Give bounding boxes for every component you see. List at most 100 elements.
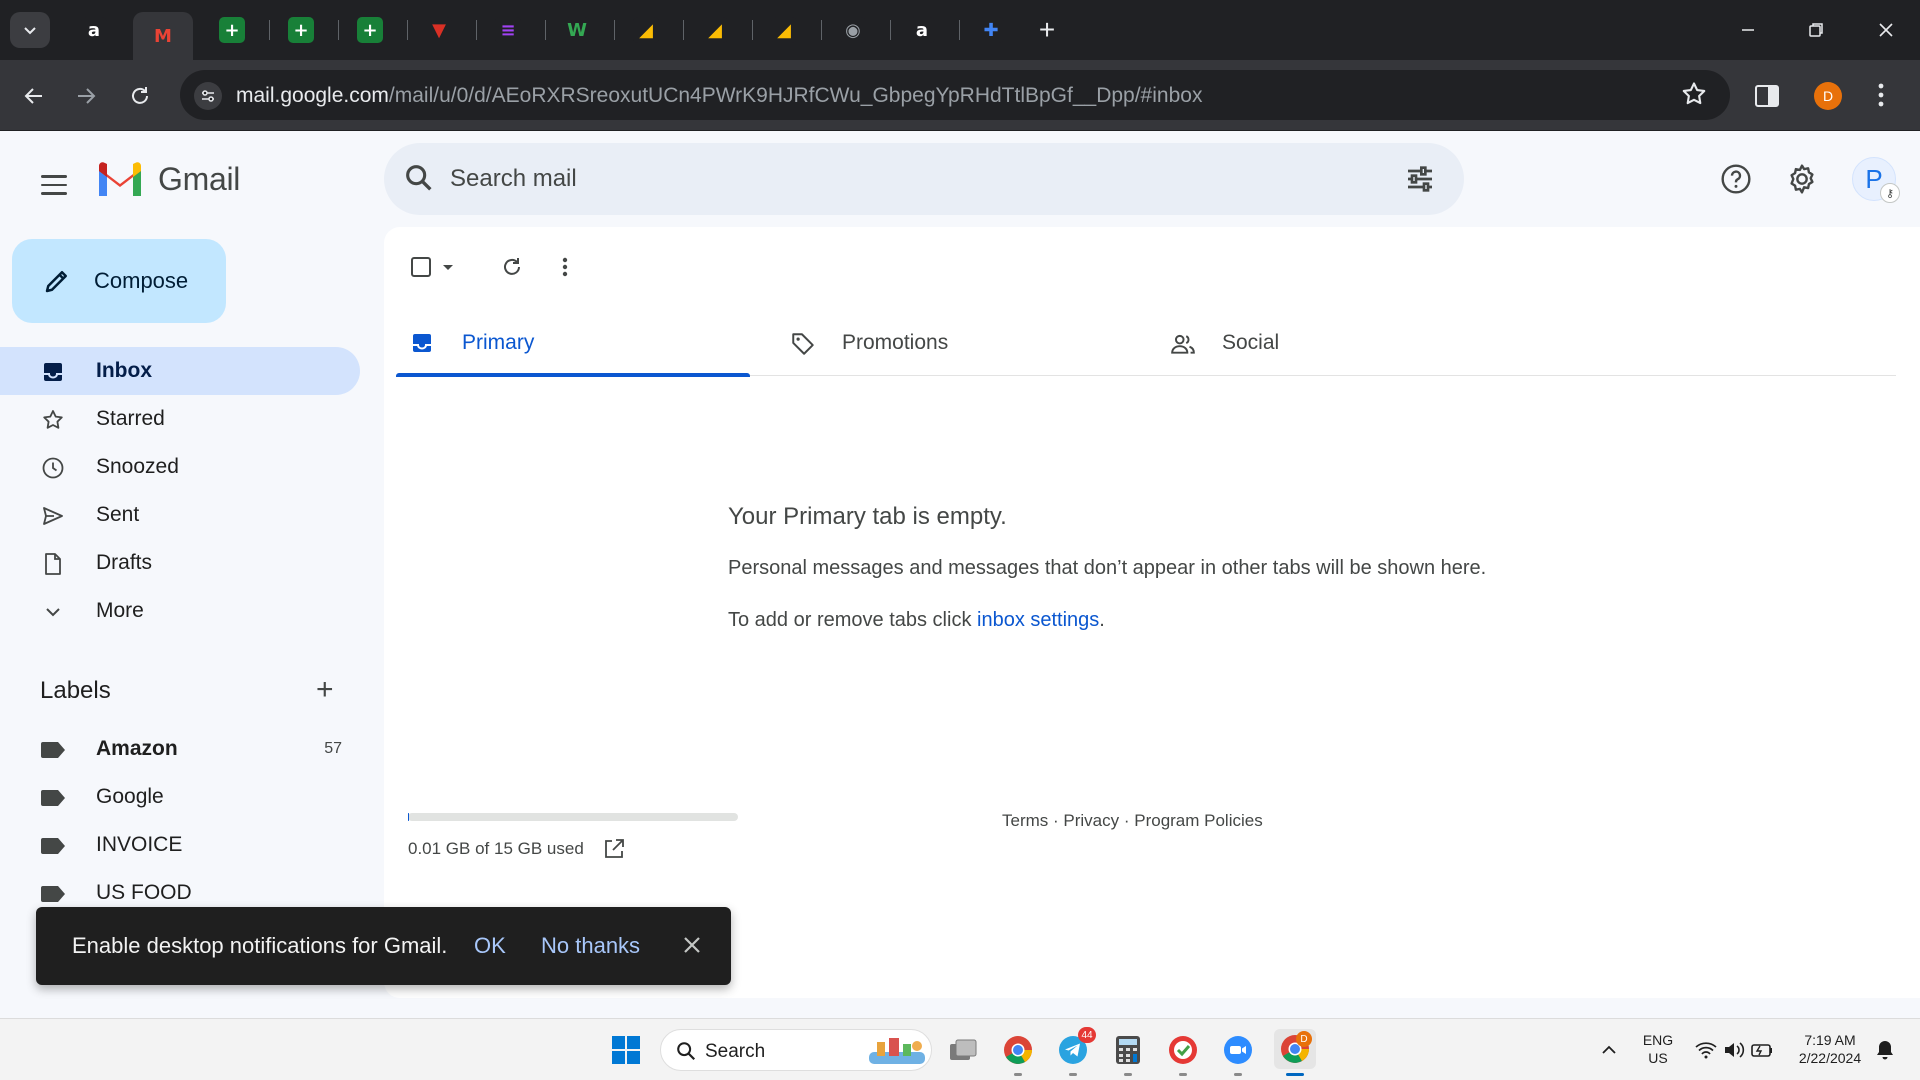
label-icon [40, 785, 66, 811]
start-button[interactable] [609, 1033, 643, 1067]
search-input[interactable]: Search mail [450, 165, 577, 193]
caret-down-icon[interactable] [440, 259, 456, 275]
taskbar-calculator[interactable] [1111, 1033, 1145, 1067]
amazon-favicon-icon: a [81, 17, 107, 43]
browser-tab-red-logo[interactable]: ▼ [409, 12, 469, 48]
manage-storage-button[interactable] [602, 837, 626, 866]
gmail-logo-icon[interactable] [96, 159, 144, 199]
arrow-left-icon [24, 88, 42, 104]
quick-settings-button[interactable] [1690, 1033, 1778, 1067]
browser-profile-avatar[interactable]: D [1814, 82, 1842, 110]
label-count: 57 [324, 740, 342, 757]
blue-plus-favicon-icon: ✚ [978, 17, 1004, 43]
browser-tab-slides-1[interactable]: ◢ [616, 12, 676, 48]
minimize-button[interactable] [1720, 10, 1776, 50]
label-google[interactable]: Google [0, 773, 360, 821]
inbox-tab-icon [410, 331, 434, 360]
chevron-down-icon [24, 27, 36, 35]
purple-logo-favicon-icon: ≡ [495, 17, 521, 43]
search-icon[interactable] [402, 161, 436, 195]
browser-tab-sheets-2[interactable]: + [271, 12, 331, 48]
main-menu-button[interactable] [34, 165, 74, 205]
language-indicator[interactable]: ENG US [1640, 1031, 1676, 1067]
nav-sent[interactable]: Sent [0, 491, 360, 539]
search-bar[interactable]: Search mail [384, 143, 1464, 215]
more-actions-button[interactable] [562, 247, 568, 287]
toast-ok-button[interactable]: OK [474, 933, 506, 959]
new-tab-button[interactable]: + [1032, 12, 1062, 48]
close-window-button[interactable] [1858, 10, 1914, 50]
hint-prefix: To add or remove tabs click [728, 609, 977, 631]
tab-social[interactable]: Social [1156, 309, 1510, 376]
nav-more[interactable]: More [0, 587, 360, 635]
tab-separator [683, 20, 684, 40]
label-name: Google [96, 785, 164, 808]
key-icon: ⚷ [1880, 183, 1900, 203]
create-label-button[interactable]: + [316, 675, 334, 705]
reload-button[interactable] [120, 76, 160, 116]
site-info-icon[interactable] [194, 82, 222, 110]
compose-label: Compose [94, 268, 189, 293]
tab-separator [338, 20, 339, 40]
forward-button[interactable] [66, 76, 106, 116]
taskbar-chrome-1[interactable] [1001, 1033, 1035, 1067]
toast-no-thanks-button[interactable]: No thanks [541, 933, 640, 959]
back-button[interactable] [14, 76, 54, 116]
browser-tab-gmail[interactable]: M [133, 12, 193, 60]
browser-tab-sheets-1[interactable]: + [202, 12, 262, 48]
browser-tab-sheets-3[interactable]: + [340, 12, 400, 48]
restore-button[interactable] [1788, 10, 1844, 50]
clock[interactable]: 7:19 AM 2/22/2024 [1790, 1031, 1870, 1067]
privacy-link[interactable]: Privacy [1063, 811, 1119, 830]
nav-label: Inbox [96, 359, 152, 382]
address-bar[interactable]: mail.google.com/mail/u/0/d/AEoRXRSreoxut… [180, 70, 1730, 120]
browser-tab-amazon-2[interactable]: a [892, 12, 952, 48]
tab-primary[interactable]: Primary [396, 309, 750, 377]
nav-starred[interactable]: Starred [0, 395, 360, 443]
browser-tab-w-app[interactable]: W [547, 12, 607, 48]
support-button[interactable] [1714, 157, 1758, 201]
terms-link[interactable]: Terms [1002, 811, 1048, 830]
task-view-button[interactable] [946, 1033, 980, 1067]
bookmark-button[interactable] [1680, 80, 1708, 113]
side-panel-icon[interactable] [1754, 84, 1780, 108]
taskbar-zoom[interactable] [1221, 1033, 1255, 1067]
program-policies-link[interactable]: Program Policies [1134, 811, 1263, 830]
gear-icon [1790, 164, 1814, 194]
taskbar-search[interactable]: Search [660, 1029, 932, 1071]
browser-menu-button[interactable] [1878, 78, 1884, 117]
telegram-unread-badge: 44 [1078, 1027, 1096, 1043]
label-icon [40, 833, 66, 859]
select-all-checkbox[interactable] [410, 247, 456, 287]
tab-search-button[interactable] [10, 12, 50, 48]
notifications-button[interactable] [1868, 1033, 1902, 1067]
people-icon [1170, 331, 1196, 362]
tab-separator [476, 20, 477, 40]
label-amazon[interactable]: Amazon 57 [0, 725, 360, 773]
browser-tab-amazon[interactable]: a [64, 12, 124, 48]
task-view-icon [950, 1039, 977, 1060]
nav-snoozed[interactable]: Snoozed [0, 443, 360, 491]
toast-close-button[interactable] [680, 933, 704, 962]
nav-inbox[interactable]: Inbox [0, 347, 360, 395]
active-indicator [1286, 1073, 1304, 1076]
tab-promotions[interactable]: Promotions [776, 309, 1130, 376]
show-hidden-icons-button[interactable] [1592, 1033, 1626, 1067]
sheets-3-favicon-icon: + [357, 17, 383, 43]
compose-button[interactable]: Compose [12, 239, 226, 323]
refresh-button[interactable] [500, 247, 524, 287]
search-options-icon[interactable] [1404, 163, 1436, 195]
browser-tab-purple-logo[interactable]: ≡ [478, 12, 538, 48]
browser-tab-slides-3[interactable]: ◢ [754, 12, 814, 48]
browser-tab-globe[interactable]: ◉ [823, 12, 883, 48]
inbox-settings-link[interactable]: inbox settings [977, 609, 1099, 631]
browser-tab-slides-2[interactable]: ◢ [685, 12, 745, 48]
settings-button[interactable] [1780, 157, 1824, 201]
taskbar-checklist-app[interactable] [1166, 1033, 1200, 1067]
empty-state-description: Personal messages and messages that don’… [728, 557, 1487, 579]
nav-drafts[interactable]: Drafts [0, 539, 360, 587]
clock-icon [40, 455, 66, 481]
label-name: INVOICE [96, 833, 183, 856]
browser-tab-blue-plus[interactable]: ✚ [961, 12, 1021, 48]
label-invoice[interactable]: INVOICE [0, 821, 360, 869]
